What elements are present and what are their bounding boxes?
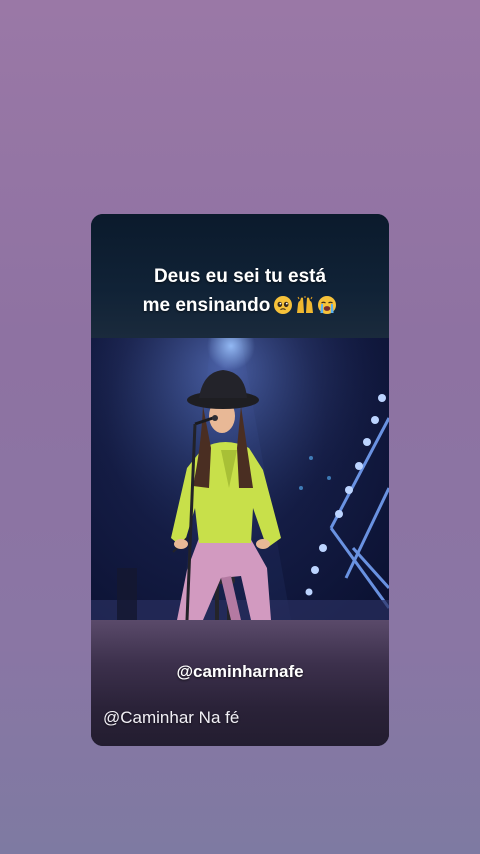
- overlay-handle[interactable]: @caminharnafe: [91, 662, 389, 682]
- performance-photo: [91, 338, 389, 620]
- caption-line-1: Deus eu sei tu está: [153, 266, 327, 287]
- video-card[interactable]: Deus eu sei tu está me ensinando @caminh…: [91, 214, 389, 746]
- caption-line-2-wrapper: me ensinando: [91, 291, 389, 324]
- pleading-face-icon: [274, 296, 293, 314]
- video-caption: Deus eu sei tu está me ensinando: [91, 262, 389, 324]
- caption-line-2: me ensinando: [142, 295, 271, 316]
- caption-band: Deus eu sei tu está me ensinando: [91, 214, 389, 338]
- watermark-text: @Caminhar Na fé: [103, 708, 240, 727]
- caption-emojis: [271, 295, 337, 324]
- loudly-crying-face-icon: [318, 296, 337, 314]
- raised-hands-icon: [297, 296, 314, 313]
- singer-on-stage-image: [91, 338, 389, 620]
